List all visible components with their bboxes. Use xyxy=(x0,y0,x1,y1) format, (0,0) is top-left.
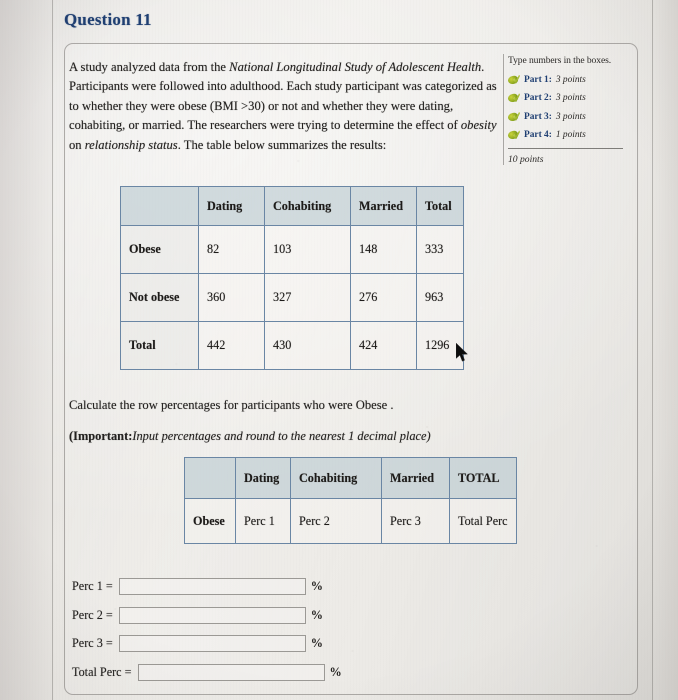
table-cell: 327 xyxy=(264,273,351,322)
rail-part-3: Part 3: 3 points xyxy=(507,111,629,123)
table-cell: 963 xyxy=(416,273,464,322)
prompt-run-3: obesity xyxy=(460,118,497,133)
rail-divider xyxy=(508,148,623,150)
table-cell: 442 xyxy=(198,321,265,370)
answer-row-perc1: Perc 1 = % xyxy=(72,576,323,596)
answer-row-total-perc: Total Perc = % xyxy=(72,662,342,682)
rail-part-label: Part 1: xyxy=(524,74,552,85)
table-cell: 430 xyxy=(264,321,351,370)
table-cell: 333 xyxy=(416,225,464,274)
summary-table: Dating Cohabiting Married Total Obese 82 103 1… xyxy=(120,186,464,370)
column-header-dating: Dating xyxy=(198,186,265,226)
table-row: Obese Perc 1 Perc 2 Perc 3 Total Perc xyxy=(184,498,517,544)
prompt-run-0: A study analyzed data from the xyxy=(69,60,230,74)
row-header: Obese xyxy=(120,225,199,274)
total-perc-input[interactable] xyxy=(137,663,325,681)
important-italic-text: Input percentages and round to the neare… xyxy=(132,429,431,443)
answer-label: Perc 3 = xyxy=(72,635,113,650)
percentage-table-head: Dating Cohabiting Married TOTAL xyxy=(184,457,517,499)
table-row: Obese 82 103 148 333 xyxy=(120,225,464,274)
prompt-run-4: on xyxy=(69,137,85,152)
table-cell: Perc 2 xyxy=(290,498,382,544)
percent-sign: % xyxy=(310,607,323,622)
perc1-input[interactable] xyxy=(118,577,306,595)
perc2-input[interactable] xyxy=(118,606,306,624)
column-header-total: Total xyxy=(416,186,464,226)
column-header-cohabiting: Cohabiting xyxy=(264,186,351,226)
rail-part-4: Part 4: 1 points xyxy=(507,129,629,141)
green-check-icon xyxy=(507,74,520,85)
table-cell: Total Perc xyxy=(449,498,517,544)
important-bold-label: (Important: xyxy=(69,429,133,443)
prompt-run-5: relationship status xyxy=(84,137,178,152)
table-cell: 103 xyxy=(264,225,351,274)
rail-part-label: Part 4: xyxy=(524,130,552,141)
table-row: Not obese 360 327 276 963 xyxy=(120,273,464,322)
important-instruction: (Important:Input percentages and round t… xyxy=(69,429,431,444)
rail-part-2: Part 2: 3 points xyxy=(507,92,629,104)
rail-part-points: 1 points xyxy=(555,130,586,141)
column-header-dating: Dating xyxy=(235,457,291,499)
rail-part-label: Part 2: xyxy=(524,93,552,104)
summary-table-head: Dating Cohabiting Married Total xyxy=(120,186,464,226)
rail-total-points: 10 points xyxy=(508,154,544,166)
percent-sign: % xyxy=(310,635,323,650)
percent-sign: % xyxy=(310,578,323,593)
answer-row-perc3: Perc 3 = % xyxy=(72,633,323,653)
table-header-row: Dating Cohabiting Married TOTAL xyxy=(184,457,517,499)
table-cell: 82 xyxy=(198,225,265,274)
row-header: Total xyxy=(120,321,199,370)
column-header-total: TOTAL xyxy=(449,457,517,499)
green-check-icon xyxy=(507,130,520,141)
question-prompt: A study analyzed data from the National … xyxy=(69,58,501,155)
rail-part-points: 3 points xyxy=(555,111,586,122)
answer-label: Perc 2 = xyxy=(72,607,113,622)
right-rule xyxy=(652,0,653,700)
column-header-married: Married xyxy=(381,457,450,499)
table-cell: 424 xyxy=(350,321,417,370)
column-header-married: Married xyxy=(350,186,417,226)
row-header: Obese xyxy=(184,498,236,544)
answer-row-perc2: Perc 2 = % xyxy=(72,605,323,625)
calculate-instruction: Calculate the row percentages for partic… xyxy=(69,398,394,412)
rail-part-points: 3 points xyxy=(555,93,586,104)
page-title: Question 11 xyxy=(64,10,152,29)
answer-label: Total Perc = xyxy=(72,664,132,679)
points-rail: Type numbers in the boxes. Part 1: 3 poin… xyxy=(503,54,629,166)
row-header: Not obese xyxy=(120,273,199,322)
rail-heading: Type numbers in the boxes. xyxy=(508,55,612,66)
rail-part-label: Part 3: xyxy=(524,111,552,122)
left-gutter xyxy=(0,0,52,700)
table-cell: 1296 xyxy=(416,321,464,370)
prompt-run-1: National Longitudinal Study of Adolescen… xyxy=(229,60,482,74)
rail-part-points: 3 points xyxy=(555,74,586,85)
corner-header xyxy=(120,186,199,226)
column-header-cohabiting: Cohabiting xyxy=(290,457,382,499)
prompt-run-6: . The table below summarizes the results… xyxy=(177,137,387,152)
table-cell: 360 xyxy=(198,273,265,322)
percent-sign: % xyxy=(329,664,342,679)
corner-header xyxy=(184,457,236,499)
perc3-input[interactable] xyxy=(118,634,306,652)
left-rule xyxy=(52,0,53,700)
table-cell: 148 xyxy=(350,225,417,274)
table-cell: Perc 3 xyxy=(381,498,450,544)
answer-label: Perc 1 = xyxy=(72,578,113,593)
table-cell: 276 xyxy=(350,273,417,322)
green-check-icon xyxy=(507,93,520,104)
table-header-row: Dating Cohabiting Married Total xyxy=(120,186,464,226)
rail-part-1: Part 1: 3 points xyxy=(507,74,629,86)
percentage-table: Dating Cohabiting Married TOTAL Obese Perc 1… xyxy=(184,457,517,544)
percentage-table-body: Obese Perc 1 Perc 2 Perc 3 Total Perc xyxy=(184,498,517,544)
right-gutter xyxy=(652,0,678,700)
table-row: Total 442 430 424 1296 xyxy=(120,321,464,370)
table-cell: Perc 1 xyxy=(235,498,291,544)
rail-parts-list: Part 1: 3 points Part 2: 3 points Part 3: 3 p… xyxy=(507,74,629,142)
summary-table-body: Obese 82 103 148 333 Not obese 360 327 276 963 Tot… xyxy=(120,225,464,370)
green-check-icon xyxy=(507,111,520,122)
